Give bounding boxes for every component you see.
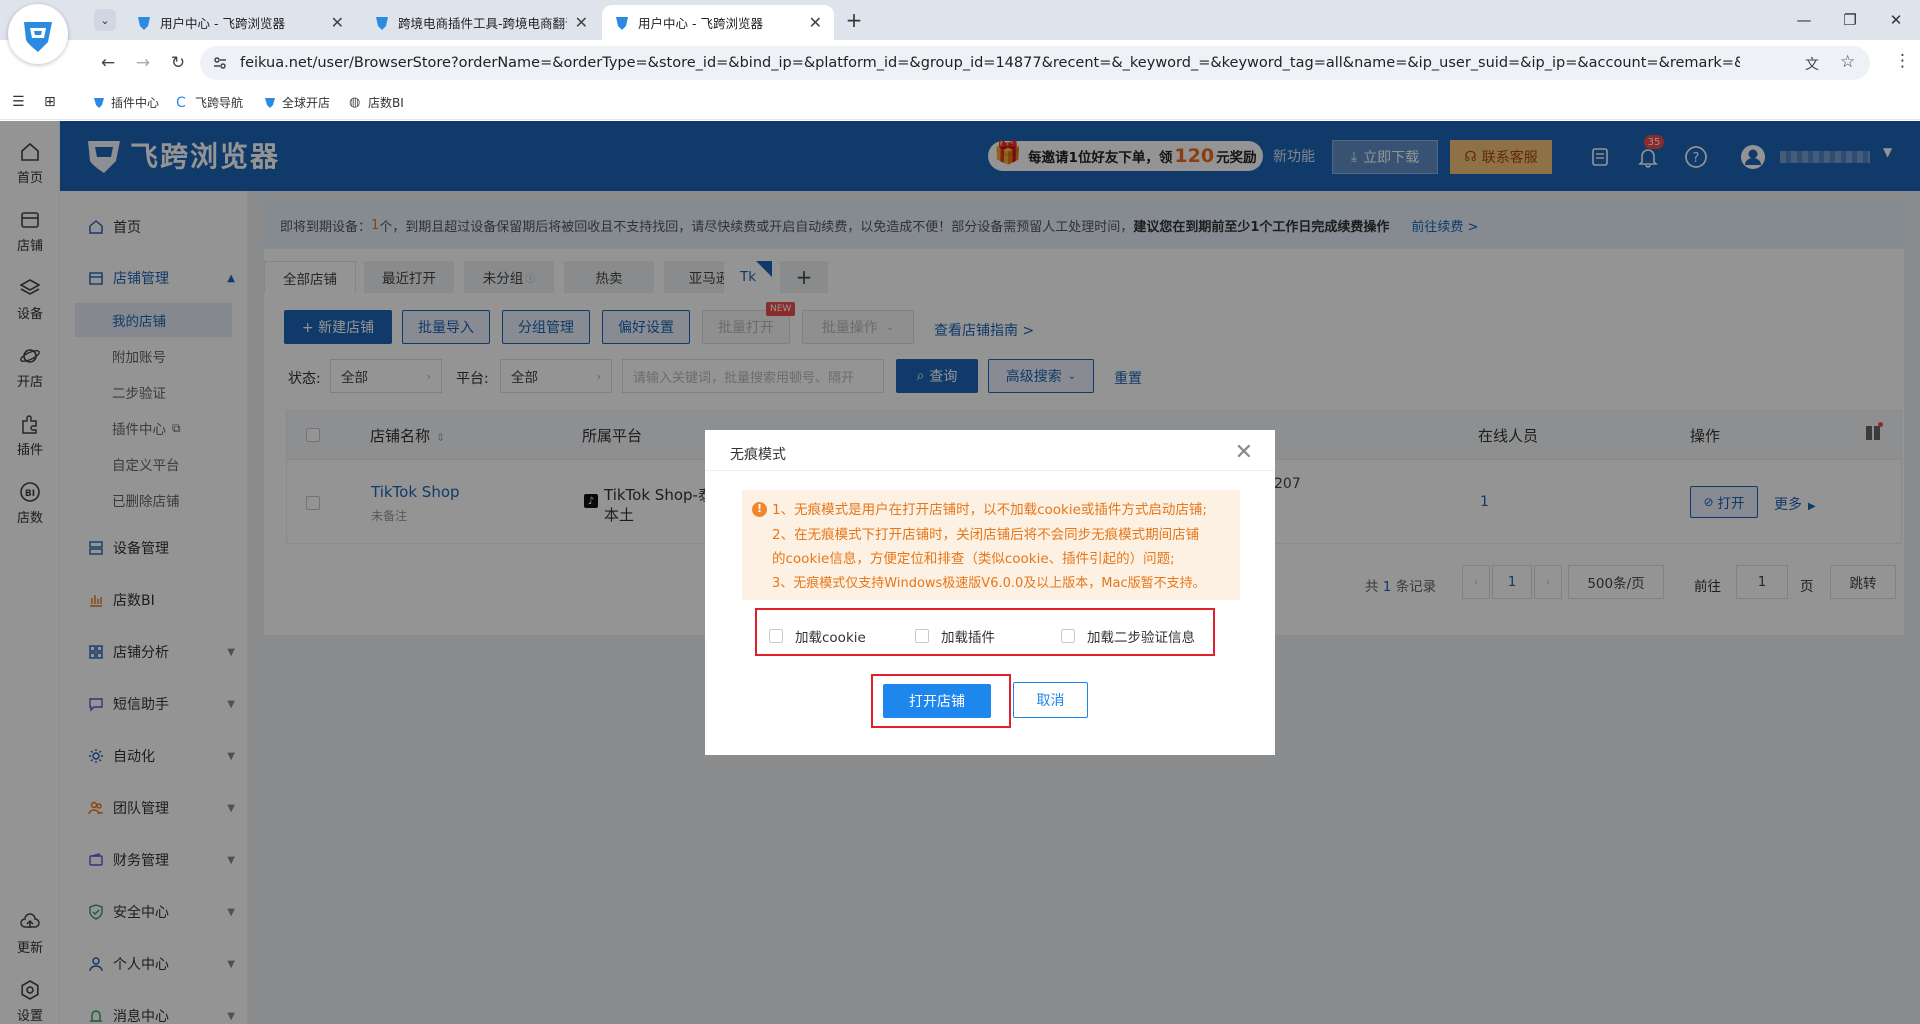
browser-toolbar: ← → ↻ feikua.net/user/BrowserStore?order… [0, 40, 1920, 86]
bookmark-label: 全球开店 [282, 96, 331, 110]
browser-tab-title: 用户中心 - 飞跨浏览器 [160, 16, 285, 31]
globe-icon: ◍ [349, 94, 361, 110]
feikua-favicon-icon [616, 16, 628, 30]
checkbox-box[interactable] [1061, 629, 1075, 643]
browser-logo-icon [8, 4, 68, 64]
url-text[interactable]: feikua.net/user/BrowserStore?orderName=&… [240, 55, 1740, 71]
warning-box: ! 1、无痕模式是用户在打开店铺时，以不加载cookie或插件方式启动店铺; 2… [742, 490, 1240, 600]
open-store-highlight: 打开店铺 [871, 674, 1011, 728]
bookmarks-bar: ☰ ⊞ 插件中心 C 飞跨导航 全球开店 ◍ 店数BI [0, 86, 1920, 120]
screen: ⌄ 用户中心 - 飞跨浏览器 ✕ 跨境电商插件工具-跨境电商翻译 ✕ 用户中心 … [0, 0, 1920, 1024]
warning-line-1: 1、无痕模式是用户在打开店铺时，以不加载cookie或插件方式启动店铺; [772, 502, 1207, 518]
load-options-group: 加载cookie 加载插件 加载二步验证信息 [755, 608, 1215, 656]
address-bar[interactable]: feikua.net/user/BrowserStore?orderName=&… [200, 46, 1870, 80]
site-settings-icon[interactable] [212, 55, 228, 71]
load-plugin-checkbox[interactable]: 加载插件 [915, 626, 995, 646]
option-label: 加载cookie [795, 630, 866, 646]
open-store-button[interactable]: 打开店铺 [883, 684, 991, 718]
forward-arrow-icon[interactable]: → [131, 51, 155, 75]
restore-window-icon[interactable]: ❐ [1838, 8, 1862, 32]
warning-line-2: 2、在无痕模式下打开店铺时，关闭店铺后将不会同步无痕模式期间店铺 [772, 526, 1200, 543]
close-icon[interactable]: ✕ [1235, 440, 1253, 465]
bookmark-label: 店数BI [368, 96, 404, 110]
bookmark-plugin-center[interactable]: 插件中心 [92, 94, 159, 111]
browser-tab-title: 跨境电商插件工具-跨境电商翻译 [398, 16, 567, 31]
checkbox-box[interactable] [915, 629, 929, 643]
option-label: 加载二步验证信息 [1087, 630, 1195, 646]
browser-tab-title: 用户中心 - 飞跨浏览器 [638, 16, 763, 31]
c-logo-icon: C [176, 94, 186, 111]
incognito-mode-dialog: 无痕模式 ✕ ! 1、无痕模式是用户在打开店铺时，以不加载cookie或插件方式… [705, 430, 1275, 755]
browser-menu-icon[interactable]: ⋮ [1894, 51, 1911, 71]
close-tab-icon[interactable]: ✕ [809, 13, 822, 32]
apps-grid-icon[interactable]: ⊞ [44, 94, 56, 110]
cancel-button[interactable]: 取消 [1013, 682, 1088, 718]
minimize-icon[interactable]: — [1792, 8, 1816, 32]
browser-tab-2[interactable]: 跨境电商插件工具-跨境电商翻译 ✕ [362, 5, 600, 40]
feikua-favicon-icon [265, 97, 275, 108]
feikua-favicon-icon [376, 16, 388, 30]
close-window-icon[interactable]: ✕ [1884, 8, 1908, 32]
close-tab-icon[interactable]: ✕ [331, 13, 344, 32]
dialog-title: 无痕模式 [730, 447, 786, 463]
browser-tab-1[interactable]: 用户中心 - 飞跨浏览器 ✕ [124, 5, 356, 40]
checkbox-box[interactable] [769, 629, 783, 643]
load-2fa-checkbox[interactable]: 加载二步验证信息 [1061, 626, 1195, 646]
back-arrow-icon[interactable]: ← [96, 51, 120, 75]
tab-search-button[interactable]: ⌄ [94, 9, 116, 31]
new-tab-button[interactable]: + [842, 8, 866, 32]
warning-icon: ! [752, 502, 767, 517]
bookmark-star-icon[interactable]: ☆ [1840, 52, 1855, 72]
bookmark-store-bi[interactable]: ◍ 店数BI [349, 94, 404, 111]
load-cookie-checkbox[interactable]: 加载cookie [769, 626, 866, 646]
warning-line-4: 3、无痕模式仅支持Windows极速版V6.0.0及以上版本，Mac版暂不支持。 [772, 575, 1206, 591]
sidebar-toggle-icon[interactable]: ☰ [12, 94, 25, 110]
browser-tab-strip: ⌄ 用户中心 - 飞跨浏览器 ✕ 跨境电商插件工具-跨境电商翻译 ✕ 用户中心 … [0, 0, 1920, 64]
bookmark-global-store[interactable]: 全球开店 [263, 94, 330, 111]
bookmark-feikua-nav[interactable]: C 飞跨导航 [176, 94, 243, 111]
feikua-favicon-icon [138, 16, 150, 30]
bookmark-label: 插件中心 [111, 96, 160, 110]
feikua-favicon-icon [94, 97, 104, 108]
reload-icon[interactable]: ↻ [166, 51, 190, 75]
bookmark-label: 飞跨导航 [195, 96, 244, 110]
warning-line-3: 的cookie信息，方便定位和排查（类似cookie、插件引起的）问题; [772, 551, 1175, 567]
browser-tab-3-active[interactable]: 用户中心 - 飞跨浏览器 ✕ [602, 5, 834, 40]
option-label: 加载插件 [941, 630, 995, 646]
dialog-divider [705, 470, 1275, 471]
close-tab-icon[interactable]: ✕ [575, 13, 588, 32]
translate-icon[interactable]: 文 [1805, 54, 1819, 74]
